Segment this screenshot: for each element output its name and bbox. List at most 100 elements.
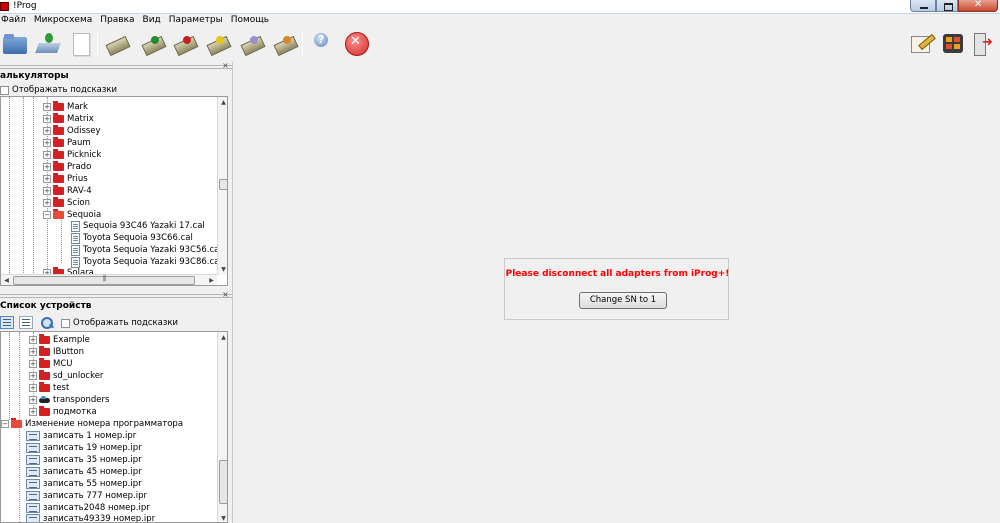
expand-icon[interactable]: + <box>43 199 51 207</box>
search-icon[interactable] <box>40 316 54 329</box>
tree-item[interactable]: + Odissey <box>43 125 101 137</box>
devices-tree[interactable]: + Example + IButton + MCU + sd_unlocker + tes… <box>0 331 228 523</box>
devices-show-hints[interactable]: Отображать подсказки <box>61 318 178 328</box>
verify-chip-icon[interactable] <box>239 31 265 57</box>
expand-icon[interactable]: + <box>29 384 37 392</box>
close-icon[interactable]: × <box>221 291 230 300</box>
tree-item[interactable]: + IButton <box>29 346 84 358</box>
save-chip-icon[interactable] <box>35 31 61 57</box>
scroll-thumb[interactable] <box>219 460 227 504</box>
change-sn-button[interactable]: Change SN to 1 <box>579 292 667 309</box>
tree-item[interactable]: + Prius <box>43 173 88 185</box>
expand-icon[interactable]: + <box>29 408 37 416</box>
folder-icon <box>53 101 64 111</box>
tree-item[interactable]: Sequoia 93C46 Yazaki 17.cal <box>71 220 205 232</box>
expand-icon[interactable]: + <box>43 127 51 135</box>
tree-item[interactable]: записать 35 номер.ipr <box>26 454 142 466</box>
tree-item[interactable]: записать 19 номер.ipr <box>26 442 142 454</box>
menu-view[interactable]: Вид <box>139 14 165 28</box>
show-hints-checkbox[interactable] <box>0 85 9 95</box>
exit-icon[interactable] <box>971 31 997 57</box>
expand-icon[interactable]: + <box>43 187 51 195</box>
tree-item[interactable]: + MCU <box>29 358 73 370</box>
tree-item[interactable]: записать 55 номер.ipr <box>26 478 142 490</box>
expand-icon[interactable]: + <box>43 139 51 147</box>
tree-item[interactable]: + RAV-4 <box>43 185 92 197</box>
minimize-button[interactable] <box>910 0 936 12</box>
menu-help[interactable]: Помощь <box>227 14 273 28</box>
menu-bar: Файл Микросхема Правка Вид Параметры Пом… <box>0 14 1000 28</box>
expand-icon[interactable]: + <box>29 372 37 380</box>
menu-file[interactable]: Файл <box>0 14 30 28</box>
tree-item[interactable]: + Example <box>29 334 90 346</box>
expand-icon[interactable]: + <box>43 175 51 183</box>
tree-item[interactable]: + Scion <box>43 197 90 209</box>
menu-options[interactable]: Параметры <box>165 14 227 28</box>
collapse-icon[interactable]: − <box>1 420 9 428</box>
calculators-panel-grip[interactable] <box>0 63 232 70</box>
menu-chip[interactable]: Микросхема <box>30 14 96 28</box>
tree-item[interactable]: + Paum <box>43 137 91 149</box>
expand-icon[interactable]: + <box>43 103 51 111</box>
maximize-button[interactable] <box>936 0 958 12</box>
ipr-file-icon <box>26 443 40 453</box>
tree-item[interactable]: + Prado <box>43 161 91 173</box>
close-window-button[interactable] <box>958 0 998 12</box>
tree-item[interactable]: + transponders <box>29 394 109 406</box>
tree-item[interactable]: − Изменение номера программатора <box>1 418 183 430</box>
close-icon[interactable]: × <box>221 62 230 71</box>
tree-item[interactable]: Toyota Sequoia 93C66.cal <box>71 232 193 244</box>
layout-grid-icon[interactable] <box>940 31 966 57</box>
tree-item[interactable]: записать 1 номер.ipr <box>26 430 136 442</box>
folder-icon <box>53 149 64 159</box>
expand-icon[interactable]: + <box>43 151 51 159</box>
tree-item[interactable]: + test <box>29 382 69 394</box>
write-chip-icon[interactable] <box>172 31 198 57</box>
erase-chip-icon[interactable] <box>205 31 231 57</box>
scroll-thumb[interactable] <box>13 276 195 285</box>
calculators-show-hints[interactable]: Отображать подсказки <box>0 85 117 95</box>
scroll-thumb[interactable] <box>219 179 227 190</box>
expand-icon[interactable]: + <box>29 336 37 344</box>
scroll-up-icon[interactable]: ▲ <box>218 97 227 108</box>
tree-item[interactable]: записать 45 номер.ipr <box>26 466 142 478</box>
tree-item[interactable]: записать49339 номер.ipr <box>26 513 155 522</box>
stop-icon[interactable] <box>343 31 369 57</box>
devices-vertical-scrollbar[interactable]: ▲ ▼ <box>217 332 227 522</box>
tree-item[interactable]: + Matrix <box>43 113 94 125</box>
blank-check-chip-icon[interactable] <box>272 31 298 57</box>
scroll-down-icon[interactable]: ▼ <box>218 513 227 522</box>
edit-document-icon[interactable] <box>908 31 934 57</box>
scroll-down-icon[interactable]: ▼ <box>218 264 227 275</box>
show-hints-checkbox[interactable] <box>61 318 70 328</box>
open-folder-icon[interactable] <box>3 31 29 57</box>
tree-item[interactable]: + Picknick <box>43 149 101 161</box>
expand-icon[interactable]: + <box>43 163 51 171</box>
expand-icon[interactable]: + <box>43 115 51 123</box>
tree-item[interactable]: + sd_unlocker <box>29 370 103 382</box>
calculators-vertical-scrollbar[interactable]: ▲ ▼ <box>217 97 227 275</box>
scroll-up-icon[interactable]: ▲ <box>218 332 227 343</box>
calculators-horizontal-scrollbar[interactable]: ◀ ▶ <box>1 274 217 285</box>
tree-item[interactable]: Toyota Sequoia Yazaki 93C56.cal <box>71 244 222 256</box>
tree-item[interactable]: записать 777 номер.ipr <box>26 490 147 502</box>
ipr-file-icon <box>26 503 40 513</box>
expand-icon[interactable]: + <box>29 360 37 368</box>
list-view-icon[interactable] <box>19 316 33 329</box>
tree-view-icon[interactable] <box>0 316 14 329</box>
scroll-right-icon[interactable]: ▶ <box>206 275 217 285</box>
tree-item[interactable]: + Mark <box>43 101 88 113</box>
scroll-left-icon[interactable]: ◀ <box>1 275 12 285</box>
warning-message: Please disconnect all adapters from iPro… <box>505 269 730 279</box>
expand-icon[interactable]: + <box>29 396 37 404</box>
calculators-tree[interactable]: + Mark + Matrix + Odissey + Paum + Picknick +… <box>0 96 228 286</box>
chip-icon[interactable] <box>104 31 130 57</box>
menu-edit[interactable]: Правка <box>96 14 138 28</box>
help-icon[interactable] <box>308 31 334 57</box>
new-document-icon[interactable] <box>68 31 94 57</box>
tree-item[interactable]: + подмотка <box>29 406 97 418</box>
read-chip-icon[interactable] <box>140 31 166 57</box>
collapse-icon[interactable]: − <box>43 211 51 219</box>
expand-icon[interactable]: + <box>29 348 37 356</box>
devices-panel-grip[interactable] <box>0 292 232 299</box>
